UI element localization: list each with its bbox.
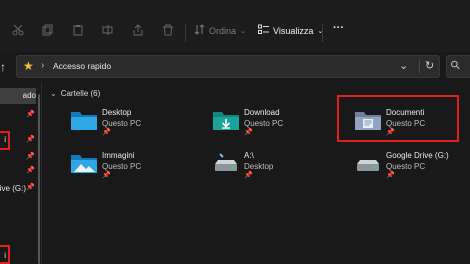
pin-icon: 📌 xyxy=(386,129,395,136)
folder-name: Desktop xyxy=(102,108,132,117)
folder-tile-immagini[interactable]: Immagini Questo PC 📌 xyxy=(70,151,190,191)
highlight-box xyxy=(0,245,10,264)
command-bar: Ordina ⌄ Visualizza ⌄ ··· xyxy=(0,0,470,52)
folder-name: A:\ xyxy=(244,151,254,160)
folder-name: Documenti xyxy=(386,108,425,117)
paste-button[interactable] xyxy=(72,24,84,38)
folder-name: Download xyxy=(244,108,280,117)
more-options-button[interactable]: ··· xyxy=(333,22,344,34)
trash-icon xyxy=(162,24,174,38)
folder-name: Google Drive (G:) xyxy=(386,151,449,160)
rename-button[interactable] xyxy=(102,24,114,38)
pictures-folder-icon xyxy=(70,151,98,175)
folder-tile-google-drive[interactable]: Google Drive (G:) Questo PC 📌 xyxy=(354,151,470,191)
toolbar-divider xyxy=(322,24,323,42)
pin-icon: 📌 xyxy=(26,136,35,143)
rename-icon xyxy=(102,24,114,38)
chevron-down-icon: ⌄ xyxy=(240,27,246,35)
group-title: Cartelle (6) xyxy=(60,89,101,98)
folder-name: Immagini xyxy=(102,151,135,160)
share-icon xyxy=(132,24,144,38)
sidebar-item-label: ado xyxy=(22,91,36,100)
copy-icon xyxy=(42,24,54,38)
share-button[interactable] xyxy=(132,24,144,38)
search-icon: ⚲ xyxy=(447,56,464,74)
folder-location: Questo PC xyxy=(102,119,142,128)
folder-location: Questo PC xyxy=(244,119,284,128)
refresh-icon[interactable]: ↻ xyxy=(425,59,434,72)
up-arrow-icon[interactable]: ↑ xyxy=(0,60,6,74)
navigation-pane: ado 📌 i 📌 📌 📌 rive (G:) 📌 i xyxy=(0,82,42,264)
pin-icon: 📌 xyxy=(102,172,111,179)
pin-icon: 📌 xyxy=(26,111,35,118)
view-label: Visualizza xyxy=(273,25,314,36)
delete-button[interactable] xyxy=(162,24,174,38)
desktop-folder-icon xyxy=(70,108,98,132)
download-folder-icon xyxy=(212,108,240,132)
sort-arrows-icon xyxy=(194,24,205,37)
scissors-icon xyxy=(12,24,24,38)
documents-folder-icon xyxy=(354,108,382,132)
folder-tile-a-drive[interactable]: A:\ Desktop 📌 xyxy=(212,151,332,191)
pin-icon: 📌 xyxy=(26,167,35,174)
pin-icon: 📌 xyxy=(26,153,35,160)
pin-icon: 📌 xyxy=(26,184,35,191)
more-dots-icon: ··· xyxy=(333,22,344,34)
sort-label: Ordina xyxy=(209,25,237,36)
address-row: ↑ ★ › Accesso rapido ⌄ ↻ ⚲ xyxy=(0,52,470,82)
breadcrumb-chevron-icon[interactable]: › xyxy=(41,60,44,71)
copy-button[interactable] xyxy=(42,24,54,38)
folder-location: Questo PC xyxy=(386,162,426,171)
address-history-chevron-icon[interactable]: ⌄ xyxy=(399,59,408,72)
folder-tile-desktop[interactable]: Desktop Questo PC 📌 xyxy=(70,108,190,148)
pin-icon: 📌 xyxy=(244,129,253,136)
search-input[interactable]: ⚲ xyxy=(446,55,470,78)
cut-button[interactable] xyxy=(12,24,24,38)
sidebar-item-google-drive[interactable]: rive (G:) xyxy=(0,181,26,197)
view-button[interactable]: Visualizza ⌄ xyxy=(258,24,323,37)
toolbar-divider xyxy=(185,24,186,42)
address-divider xyxy=(419,59,420,74)
drive-icon xyxy=(212,151,240,175)
folder-tile-documenti[interactable]: Documenti Questo PC 📌 xyxy=(354,108,470,148)
folder-location: Questo PC xyxy=(386,119,426,128)
pin-icon: 📌 xyxy=(386,172,395,179)
group-header-folders[interactable]: ⌄ Cartelle (6) xyxy=(50,89,100,98)
highlight-box xyxy=(0,131,10,150)
address-bar[interactable]: ★ › Accesso rapido ⌄ ↻ xyxy=(16,55,440,78)
folder-location: Questo PC xyxy=(102,162,142,171)
folder-location: Desktop xyxy=(244,162,274,171)
star-icon: ★ xyxy=(23,59,34,73)
folder-tile-download[interactable]: Download Questo PC 📌 xyxy=(212,108,332,148)
view-list-icon xyxy=(258,24,269,37)
clipboard-icon xyxy=(72,24,84,38)
sidebar-scrollbar[interactable] xyxy=(38,94,40,264)
sidebar-item-label: rive (G:) xyxy=(0,184,26,193)
pin-icon: 📌 xyxy=(102,129,111,136)
breadcrumb-location[interactable]: Accesso rapido xyxy=(53,61,111,71)
pin-icon: 📌 xyxy=(244,172,253,179)
sidebar-item-quick-access[interactable]: ado xyxy=(0,88,36,104)
sort-button[interactable]: Ordina ⌄ xyxy=(194,24,246,37)
chevron-down-icon: ⌄ xyxy=(50,89,57,98)
drive-icon xyxy=(354,151,382,175)
